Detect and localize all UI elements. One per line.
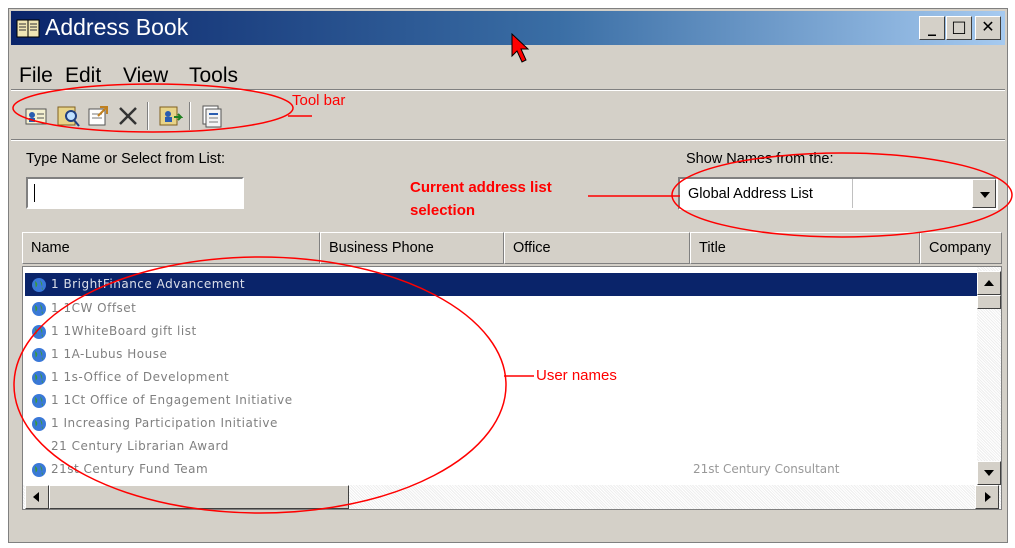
menu-separator — [11, 89, 1005, 91]
add-to-contacts-icon[interactable] — [157, 103, 183, 129]
list-item-name: 1 1CW Offset — [51, 301, 137, 315]
column-header-title[interactable]: Title — [690, 232, 920, 264]
list-item[interactable]: 1 1WhiteBoard gift list — [25, 320, 977, 343]
search-label: Type Name or Select from List: — [26, 151, 226, 167]
address-list-dropdown[interactable]: Global Address List — [678, 177, 998, 210]
toolbar-separator — [11, 139, 1005, 141]
minimize-icon: _ — [928, 17, 936, 36]
list-item[interactable]: 21st Century Fund Team 21st Century Cons… — [25, 458, 977, 481]
annotation-address-list-line2: selection — [410, 202, 476, 219]
address-list-icon[interactable] — [199, 103, 225, 129]
close-button[interactable]: ✕ — [975, 16, 1001, 40]
column-header-name[interactable]: Name — [22, 232, 320, 264]
maximize-button[interactable]: □ — [946, 16, 972, 40]
show-names-label: Show Names from the: — [686, 151, 834, 167]
globe-icon — [32, 278, 46, 292]
column-header-company[interactable]: Company — [920, 232, 1002, 264]
toolbar-divider — [147, 102, 149, 130]
scroll-up-button[interactable] — [977, 271, 1001, 295]
text-caret — [34, 184, 35, 202]
menu-view[interactable]: View — [123, 64, 168, 88]
globe-icon — [32, 394, 46, 408]
vertical-scrollbar[interactable] — [977, 267, 1001, 485]
annotation-address-list-line1: Current address list — [410, 179, 552, 196]
new-entry-icon[interactable] — [23, 103, 49, 129]
vertical-scroll-thumb[interactable] — [977, 295, 1001, 309]
globe-icon — [32, 302, 46, 316]
scroll-left-button[interactable] — [25, 485, 49, 509]
name-list[interactable]: 1 BrightFinance Advancement 1 1CW Offset… — [22, 266, 1002, 510]
close-icon: ✕ — [981, 17, 995, 36]
globe-icon — [32, 463, 46, 477]
toolbar — [13, 97, 1003, 135]
maximize-icon: □ — [951, 17, 967, 36]
menu-edit[interactable]: Edit — [65, 64, 101, 88]
combo-divider — [852, 179, 853, 208]
scroll-right-button[interactable] — [975, 485, 999, 509]
horizontal-scroll-thumb[interactable] — [49, 485, 349, 509]
list-item[interactable]: 1 1CW Offset — [25, 297, 977, 320]
list-item[interactable]: 1 Increasing Participation Initiative — [25, 412, 977, 435]
globe-icon — [32, 325, 46, 339]
globe-icon — [32, 371, 46, 385]
title-bar[interactable]: Address Book _ □ ✕ — [11, 11, 1005, 45]
find-people-icon[interactable] — [55, 103, 81, 129]
list-item-name: 1 1A-Lubus House — [51, 347, 168, 361]
globe-icon — [32, 417, 46, 431]
toolbar-divider — [189, 102, 191, 130]
list-item[interactable]: 21 Century Librarian Award — [25, 435, 977, 458]
search-input[interactable] — [26, 177, 244, 209]
column-header-business-phone[interactable]: Business Phone — [320, 232, 504, 264]
window-title: Address Book — [45, 14, 189, 40]
list-item[interactable]: 1 1s-Office of Development — [25, 366, 977, 389]
list-item-name: 1 1WhiteBoard gift list — [51, 324, 197, 338]
annotation-user-names: User names — [536, 367, 617, 384]
horizontal-scrollbar[interactable] — [23, 485, 1001, 509]
annotation-toolbar: Tool bar — [292, 92, 346, 109]
list-item-name: 1 1s-Office of Development — [51, 370, 230, 384]
properties-icon[interactable] — [85, 103, 111, 129]
list-item-name: 21 Century Librarian Award — [51, 439, 229, 453]
list-item-name: 1 1Ct Office of Engagement Initiative — [51, 393, 293, 407]
menu-file[interactable]: File — [19, 64, 53, 88]
menu-tools[interactable]: Tools — [189, 64, 238, 88]
list-item-title: 21st Century Consultant — [693, 462, 840, 476]
minimize-button[interactable]: _ — [919, 16, 945, 40]
screenshot-frame: Address Book _ □ ✕ File Edit View Tools — [0, 0, 1015, 548]
list-item-name: 1 Increasing Participation Initiative — [51, 416, 278, 430]
list-item[interactable]: 1 1Ct Office of Engagement Initiative — [25, 389, 977, 412]
scroll-down-button[interactable] — [977, 461, 1001, 485]
address-book-app-icon — [16, 19, 40, 38]
list-item-name: 21st Century Fund Team — [51, 462, 209, 476]
chevron-down-icon[interactable] — [972, 179, 996, 208]
column-header-office[interactable]: Office — [504, 232, 690, 264]
globe-icon — [32, 348, 46, 362]
delete-icon[interactable] — [115, 103, 141, 129]
menu-bar: File Edit View Tools — [13, 47, 1003, 87]
address-list-selected: Global Address List — [688, 186, 813, 202]
list-item[interactable]: 1 1A-Lubus House — [25, 343, 977, 366]
list-item-name: 1 BrightFinance Advancement — [51, 277, 246, 291]
list-item[interactable]: 1 BrightFinance Advancement — [25, 273, 977, 296]
